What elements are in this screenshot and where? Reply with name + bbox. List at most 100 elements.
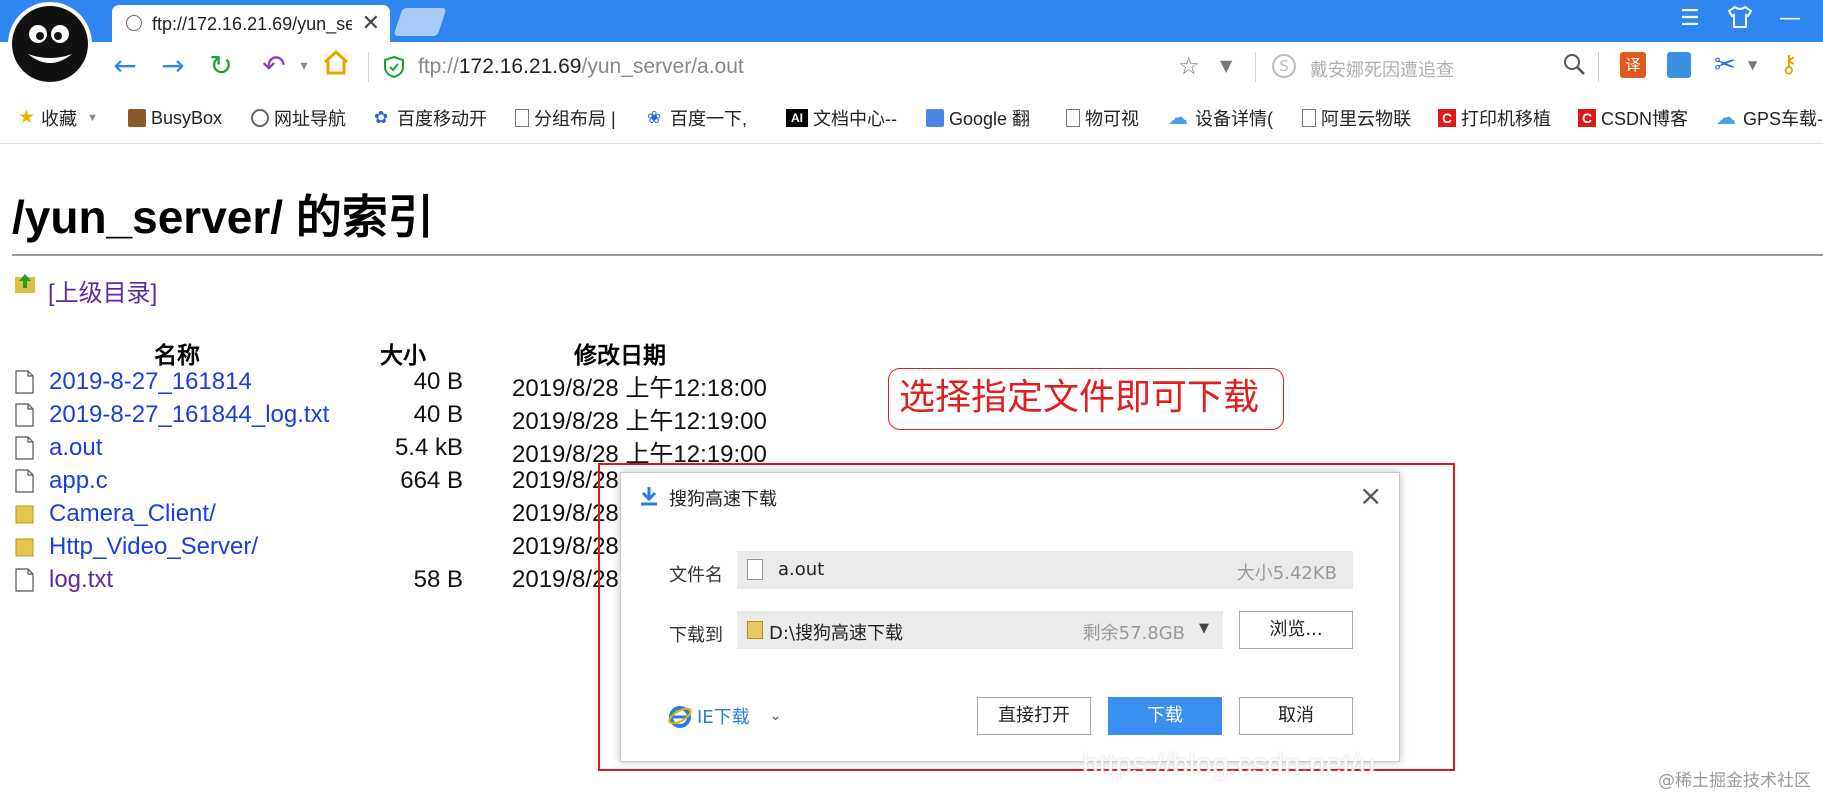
csdn-icon: C [1438, 109, 1456, 127]
tab-close-icon[interactable]: ✕ [362, 11, 380, 36]
bookmark-item[interactable]: 分组布局 | [515, 106, 616, 130]
file-date: 2019/8/28 上午12:19:00 [512, 408, 767, 435]
menu-icon[interactable]: ☰ [1672, 6, 1708, 31]
sogou-search-icon: S [1272, 54, 1296, 78]
file-row: 2019-8-27_161844_log.txt 40 B 2019/8/28 上午… [0, 400, 800, 435]
column-header-size[interactable]: 大小 [380, 336, 426, 370]
file-size: 40 B [413, 401, 463, 428]
bookmark-item[interactable]: 网址导航 [251, 106, 346, 130]
file-row: a.out 5.4 kB 2019/8/28 上午12:19:00 [0, 433, 800, 468]
bookmark-star-icon[interactable]: ☆ [1178, 52, 1200, 80]
bookmark-item[interactable]: Google 翻 [926, 106, 1030, 130]
bookmark-item[interactable]: C CSDN博客 [1578, 106, 1688, 130]
divider [1255, 52, 1256, 82]
file-link[interactable]: log.txt [49, 566, 113, 594]
screenshot-scissors-icon[interactable]: ✂ [1714, 50, 1736, 80]
star-icon: ★ [18, 107, 36, 128]
page-icon [1302, 109, 1316, 127]
chevron-down-icon[interactable]: ▾ [286, 48, 322, 84]
download-button[interactable]: 下载 [1108, 697, 1222, 735]
column-header-name[interactable]: 名称 [154, 336, 200, 370]
refresh-icon[interactable]: ↻ [203, 48, 239, 84]
browser-logo[interactable] [8, 2, 92, 86]
search-placeholder: 戴安娜死因遭追查 [1310, 60, 1454, 81]
info-icon [126, 15, 142, 31]
file-icon [15, 403, 34, 427]
chevron-down-icon: ▼ [87, 112, 98, 124]
filename-field[interactable]: a.out 大小5.42KB [737, 551, 1353, 589]
chevron-down-icon[interactable]: ▼ [1199, 621, 1209, 636]
bookmark-item[interactable]: BusyBox [128, 106, 222, 130]
file-link[interactable]: a.out [49, 434, 102, 462]
filename-label: 文件名 [669, 565, 723, 586]
save-path-select[interactable]: D:\搜狗高速下载 剩余57.8GB ▼ [737, 611, 1223, 649]
bookmark-item[interactable]: 物可视 [1066, 106, 1139, 130]
file-icon [15, 370, 34, 394]
file-row: 2019-8-27_161814 40 B 2019/8/28 上午12:18:00 [0, 367, 800, 402]
bookmark-item[interactable]: ❀ 百度一下, [647, 106, 747, 130]
search-icon[interactable] [1562, 52, 1586, 80]
folder-up-icon [14, 272, 36, 294]
address-bar[interactable]: ftp://172.16.21.69/yun_server/a.out ☆ ▼ [368, 48, 1254, 86]
file-link[interactable]: 2019-8-27_161814 [49, 368, 252, 396]
file-icon [15, 568, 34, 592]
file-link[interactable]: Http_Video_Server/ [49, 533, 258, 561]
file-date: 2019/8/28 上午12:18:00 [512, 375, 767, 402]
open-directly-button[interactable]: 直接打开 [977, 697, 1091, 735]
translate-icon[interactable]: 译 [1620, 52, 1646, 78]
folder-icon [15, 502, 34, 526]
minimize-icon[interactable]: — [1772, 6, 1808, 31]
bookmark-item[interactable]: C 打印机移植 [1438, 106, 1551, 130]
login-icon[interactable] [1667, 52, 1691, 78]
baidu-icon: ✿ [374, 108, 389, 127]
file-icon [15, 436, 34, 460]
ie-icon [667, 703, 693, 729]
close-icon[interactable]: × [1359, 479, 1382, 512]
cloud-icon: ☁ [1716, 107, 1736, 129]
tab-active[interactable]: ftp://172.16.21.69/yun_server/a.out ✕ [112, 5, 390, 42]
page-icon [1066, 109, 1080, 127]
folder-icon [747, 621, 763, 639]
bookmark-item[interactable]: 阿里云物联 [1302, 106, 1411, 130]
skin-icon[interactable] [1722, 5, 1758, 34]
file-link[interactable]: Camera_Client/ [49, 500, 216, 528]
watermark: https://blog.csdn.net/u [1082, 748, 1376, 781]
file-size: 5.4 kB [394, 434, 463, 461]
back-icon[interactable]: ← [107, 48, 143, 84]
parent-directory-link[interactable]: [上级目录] [48, 273, 157, 308]
file-link[interactable]: 2019-8-27_161844_log.txt [49, 401, 329, 429]
file-link[interactable]: app.c [49, 467, 108, 495]
free-space-hint: 剩余57.8GB [1082, 623, 1185, 644]
cancel-button[interactable]: 取消 [1239, 697, 1353, 735]
download-icon [638, 485, 660, 507]
download-dialog: 搜狗高速下载 × 文件名 a.out 大小5.42KB 下载到 D:\搜狗高速下… [620, 472, 1400, 762]
bookmark-item[interactable]: ☁ 设备详情( [1168, 106, 1273, 130]
forward-icon[interactable]: → [155, 48, 191, 84]
ie-download-label: IE下载 [697, 707, 750, 728]
ie-download-option[interactable]: IE下载 ⌄ [667, 702, 781, 730]
browse-button[interactable]: 浏览... [1239, 611, 1353, 649]
chevron-down-icon[interactable]: ⌄ [770, 708, 782, 724]
filename-value[interactable]: a.out [778, 559, 824, 580]
new-tab-button[interactable] [393, 8, 447, 36]
save-to-label: 下载到 [669, 625, 723, 646]
chevron-down-icon[interactable]: ▼ [1748, 58, 1757, 72]
bookmark-item[interactable]: ★ 收藏 ▼ [18, 106, 98, 130]
home-icon[interactable] [318, 48, 354, 84]
file-icon [15, 469, 34, 493]
file-size: 664 B [400, 467, 463, 494]
chevron-down-icon[interactable]: ▼ [1220, 56, 1232, 75]
globe-icon [251, 109, 269, 127]
source-credit: @稀土掘金技术社区 [1658, 771, 1811, 791]
key-icon[interactable]: ⚷ [1780, 50, 1798, 78]
divider [368, 52, 369, 82]
url-text[interactable]: ftp://172.16.21.69/yun_server/a.out [418, 55, 744, 79]
column-header-date[interactable]: 修改日期 [574, 336, 666, 370]
search-input[interactable]: S 戴安娜死因遭追查 [1262, 48, 1594, 86]
bookmark-item[interactable]: AI 文档中心-- [786, 106, 897, 130]
tab-title: ftp://172.16.21.69/yun_server/a.out [152, 14, 352, 34]
google-translate-icon [926, 109, 944, 127]
baidu-paw-icon: ❀ [647, 108, 662, 127]
bookmark-item[interactable]: ✿ 百度移动开 [374, 106, 487, 130]
bookmark-item[interactable]: ☁ GPS车载- [1716, 106, 1823, 130]
